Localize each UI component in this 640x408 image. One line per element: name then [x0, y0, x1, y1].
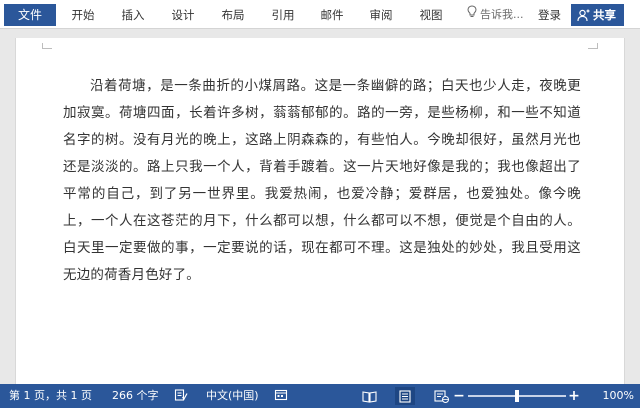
macro-record-icon[interactable] — [274, 384, 288, 408]
tab-design[interactable]: 设计 — [162, 4, 204, 26]
zoom-level[interactable]: 100% — [590, 384, 634, 408]
zoom-slider-thumb[interactable] — [515, 390, 519, 402]
zoom-in-button[interactable]: + — [568, 384, 580, 408]
share-label: 共享 — [593, 8, 616, 22]
read-mode-icon[interactable] — [359, 387, 379, 405]
zoom-out-button[interactable]: − — [453, 384, 465, 408]
tab-mailings[interactable]: 邮件 — [311, 4, 353, 26]
page-count[interactable]: 第 1 页，共 1 页 — [9, 384, 92, 408]
share-button[interactable]: 共享 — [571, 4, 624, 26]
tell-me-box[interactable]: 告诉我... — [466, 4, 524, 26]
margin-crop-mark-left — [42, 43, 52, 49]
tab-layout[interactable]: 布局 — [212, 4, 254, 26]
status-bar: 第 1 页，共 1 页 266 个字 中文(中国) − + 100% — [0, 384, 640, 408]
document-canvas: 沿着荷塘，是一条曲折的小煤屑路。这是一条幽僻的路；白天也少人走，夜晚更加寂寞。荷… — [0, 29, 640, 384]
login-button[interactable]: 登录 — [538, 4, 561, 26]
proofing-icon[interactable] — [174, 384, 188, 408]
ribbon-tab-bar: 文件 开始 插入 设计 布局 引用 邮件 审阅 视图 告诉我... 登录 共享 — [0, 0, 640, 29]
document-page[interactable]: 沿着荷塘，是一条曲折的小煤屑路。这是一条幽僻的路；白天也少人走，夜晚更加寂寞。荷… — [15, 38, 625, 384]
tab-review[interactable]: 审阅 — [360, 4, 402, 26]
person-icon — [577, 9, 590, 22]
word-count[interactable]: 266 个字 — [112, 384, 159, 408]
tell-me-placeholder: 告诉我... — [480, 8, 524, 21]
tab-view[interactable]: 视图 — [410, 4, 452, 26]
lightbulb-icon — [466, 4, 478, 26]
document-paragraph[interactable]: 沿着荷塘，是一条曲折的小煤屑路。这是一条幽僻的路；白天也少人走，夜晚更加寂寞。荷… — [63, 73, 581, 289]
tab-insert[interactable]: 插入 — [112, 4, 154, 26]
print-layout-icon[interactable] — [395, 387, 415, 405]
tab-file[interactable]: 文件 — [4, 4, 56, 26]
web-layout-icon[interactable] — [431, 387, 451, 405]
tab-home[interactable]: 开始 — [62, 4, 104, 26]
margin-crop-mark-right — [588, 43, 598, 49]
language-indicator[interactable]: 中文(中国) — [206, 384, 259, 408]
tab-references[interactable]: 引用 — [262, 4, 304, 26]
